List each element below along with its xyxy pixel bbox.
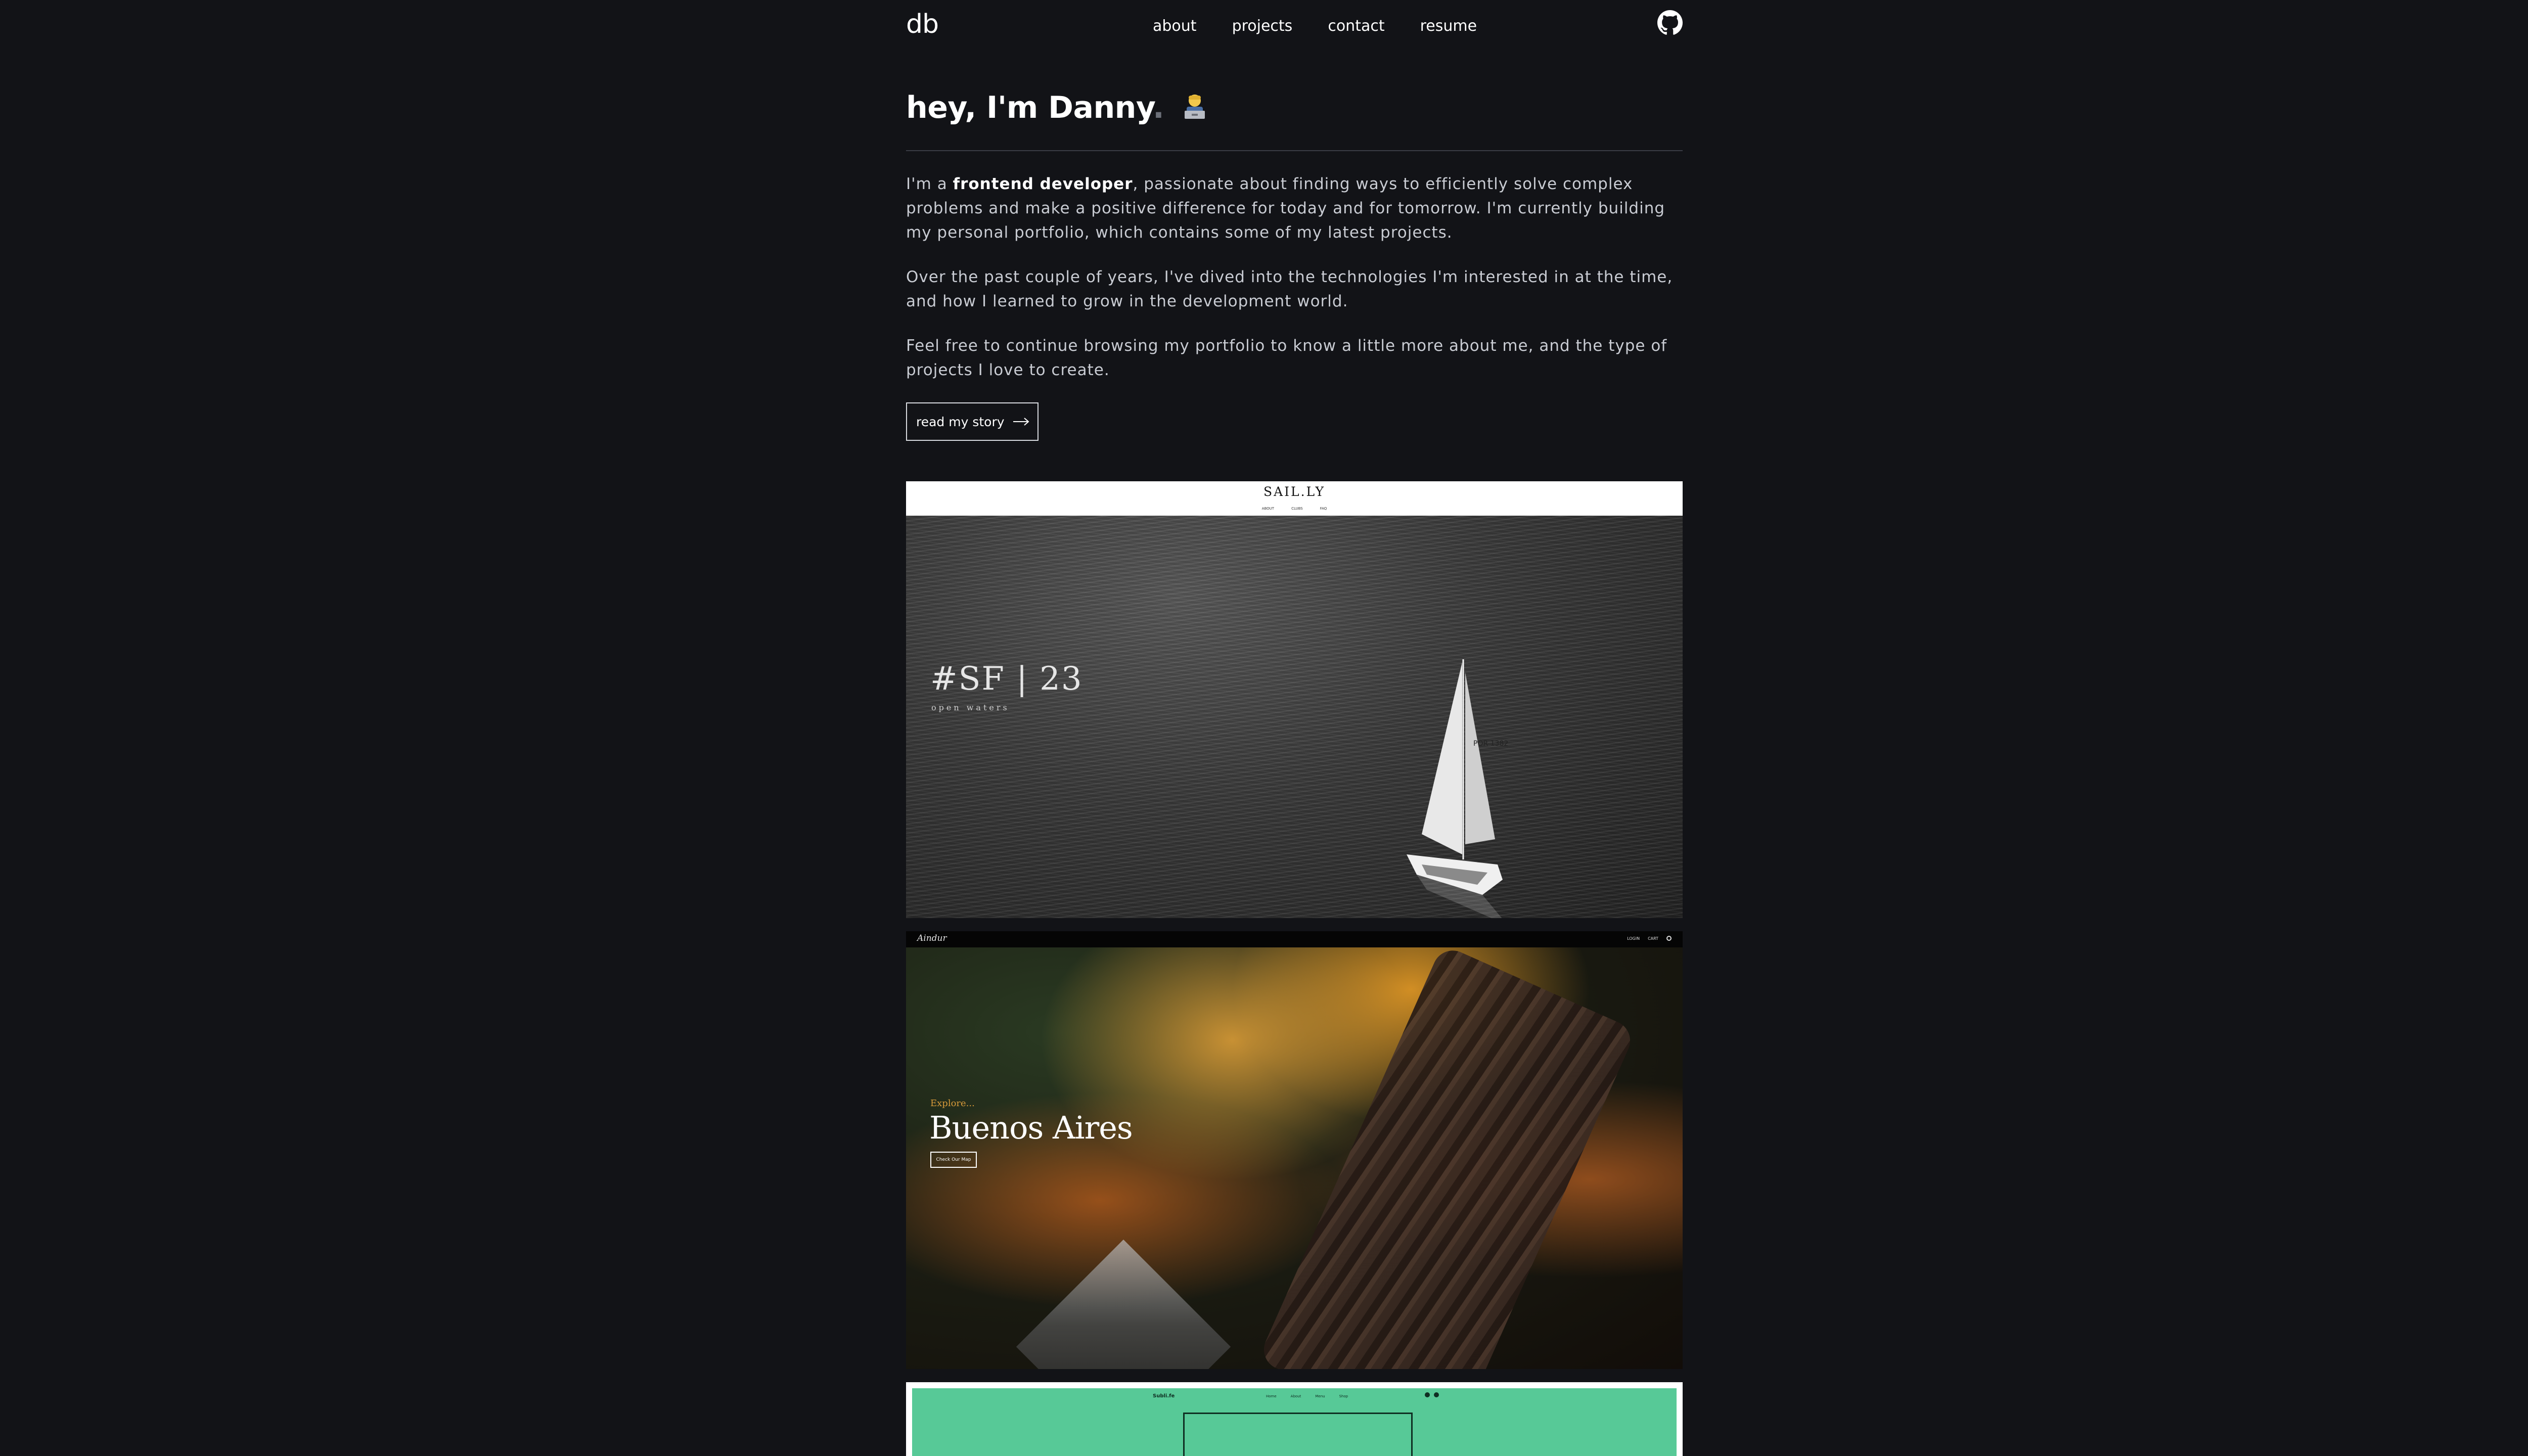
aindur-headline: Buenos Aires: [929, 1109, 1133, 1146]
green-menu-item: About: [1290, 1394, 1301, 1398]
sailly-menu: ABOUT CLUBS FAQ: [906, 507, 1683, 511]
aindur-menu-login: LOGIN: [1627, 936, 1640, 941]
nav-link-about[interactable]: about: [1153, 17, 1197, 35]
project-card-buenos-aires[interactable]: Aindur LOGIN CART Explore... Buenos Aire…: [906, 931, 1683, 1369]
green-menu-item: Shop: [1339, 1394, 1348, 1398]
aindur-kicker: Explore...: [930, 1098, 975, 1109]
aindur-header: Aindur LOGIN CART: [906, 931, 1683, 947]
aindur-map-button: Check Our Map: [930, 1152, 977, 1168]
arrow-right-icon: [1013, 418, 1029, 426]
green-menu: Home About Menu Shop: [1266, 1394, 1348, 1398]
aindur-menu-cart: CART: [1648, 936, 1658, 941]
aindur-menu: LOGIN CART: [1627, 936, 1672, 941]
green-hero-box: [1183, 1413, 1413, 1456]
nav-links: about projects contact resume: [1153, 17, 1477, 35]
green-brand: Subli.fe: [1153, 1393, 1175, 1399]
portfolio-page: db about projects contact resume hey, I'…: [0, 0, 2528, 1456]
read-my-story-button[interactable]: read my story: [906, 402, 1039, 441]
sailly-sea-image: #SF | 23 open waters POR 1382: [906, 516, 1683, 918]
hero-dot: .: [1152, 90, 1164, 125]
cart-icon: [1434, 1392, 1439, 1397]
sailly-menu-item: FAQ: [1320, 507, 1327, 511]
sailly-menu-item: ABOUT: [1261, 507, 1275, 511]
user-icon: [1425, 1392, 1430, 1397]
green-icons: [1425, 1392, 1439, 1397]
intro-prefix: I'm a: [906, 175, 953, 193]
sailly-menu-item: CLUBS: [1291, 507, 1303, 511]
project-card-sailly[interactable]: SAIL.LY ABOUT CLUBS FAQ #SF | 23 open wa…: [906, 481, 1683, 918]
intro-paragraph-2: Over the past couple of years, I've dive…: [906, 268, 1673, 310]
green-site-preview: Subli.fe Home About Menu Shop: [912, 1388, 1677, 1456]
project-card-green[interactable]: Subli.fe Home About Menu Shop: [906, 1382, 1683, 1456]
hero-title: hey, I'm Danny.: [906, 90, 1208, 125]
intro-paragraph-1: I'm a frontend developer, passionate abo…: [906, 172, 1683, 245]
sailly-header: SAIL.LY ABOUT CLUBS FAQ: [906, 481, 1683, 516]
account-icon: [1666, 936, 1672, 941]
person-with-laptop-icon: [1184, 95, 1205, 119]
site-logo[interactable]: db: [906, 9, 939, 39]
sailly-brand: SAIL.LY: [1263, 484, 1326, 499]
green-menu-item: Home: [1266, 1394, 1277, 1398]
fire-image: Explore... Buenos Aires Check Our Map: [906, 944, 1683, 1369]
ember-shape: [1016, 1239, 1231, 1369]
top-nav: db about projects contact resume: [0, 0, 2528, 53]
nav-link-projects[interactable]: projects: [1232, 17, 1293, 35]
boat-sail-number: POR 1382: [1473, 740, 1508, 748]
sailboat-image: POR 1382: [1407, 659, 1508, 918]
nav-link-resume[interactable]: resume: [1420, 17, 1477, 35]
aindur-logo: Aindur: [917, 933, 947, 943]
burning-log-shape: [1257, 944, 1637, 1369]
sailly-subline: open waters: [931, 703, 1010, 712]
hero-divider: [906, 150, 1683, 151]
intro-role: frontend developer: [953, 175, 1133, 193]
nav-link-contact[interactable]: contact: [1328, 17, 1384, 35]
hero-greeting: hey, I'm Danny: [906, 90, 1153, 125]
github-icon[interactable]: [1657, 10, 1683, 35]
read-my-story-label: read my story: [916, 414, 1005, 429]
green-menu-item: Menu: [1315, 1394, 1325, 1398]
intro-paragraph-3: Feel free to continue browsing my portfo…: [906, 337, 1667, 379]
sailly-headline: #SF | 23: [930, 660, 1083, 698]
